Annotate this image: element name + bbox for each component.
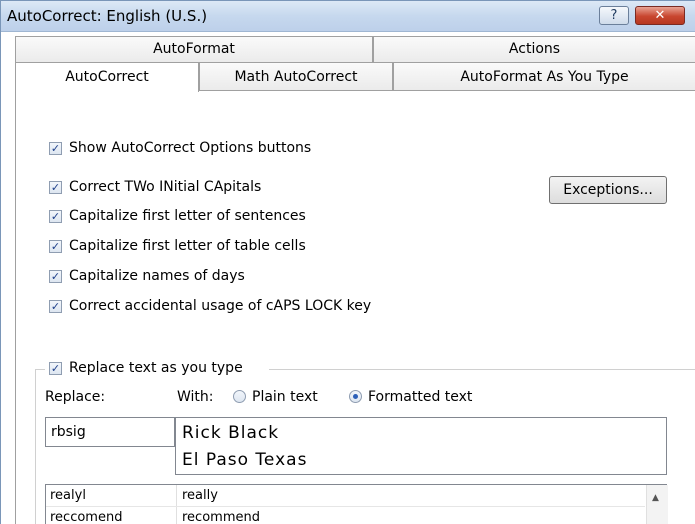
with-input[interactable]: Rick Black El Paso Texas	[175, 417, 667, 475]
radio-on-icon	[349, 390, 362, 403]
show-autocorrect-options-checkbox[interactable]: ✓ Show AutoCorrect Options buttons	[49, 140, 311, 156]
check-icon: ✓	[49, 141, 62, 155]
scrollbar[interactable]: ▲	[646, 485, 668, 524]
dialog-content: AutoFormat Actions AutoCorrect Math Auto…	[1, 32, 695, 524]
replace-label: Replace:	[45, 389, 106, 405]
check-icon: ✓	[49, 239, 62, 253]
check-icon: ✓	[49, 361, 62, 375]
plain-text-label: Plain text	[252, 389, 318, 405]
capitalize-days-label: Capitalize names of days	[69, 268, 245, 284]
replace-input[interactable]: rbsig	[45, 417, 175, 447]
replace-input-value: rbsig	[51, 424, 86, 440]
list-column-divider	[176, 485, 177, 524]
tab-autocorrect[interactable]: AutoCorrect	[15, 62, 199, 92]
capitalize-table-cells-label: Capitalize first letter of table cells	[69, 238, 306, 254]
tab-actions[interactable]: Actions	[373, 36, 695, 62]
with-input-line2: El Paso Texas	[182, 450, 308, 470]
with-label: With:	[177, 389, 214, 405]
caps-lock-label: Correct accidental usage of cAPS LOCK ke…	[69, 298, 372, 314]
group-border-left-top	[35, 369, 45, 370]
entry-replace: realyl	[50, 488, 86, 503]
formatted-text-label: Formatted text	[368, 389, 473, 405]
check-icon: ✓	[49, 269, 62, 283]
group-border-right-top	[269, 369, 695, 370]
correct-two-initials-checkbox[interactable]: ✓ Correct TWo INitial CApitals	[49, 179, 261, 195]
replace-as-you-type-label: Replace text as you type	[69, 360, 243, 376]
help-button[interactable]: ?	[599, 6, 629, 25]
panel-left-border	[15, 92, 16, 524]
capitalize-sentences-checkbox[interactable]: ✓ Capitalize first letter of sentences	[49, 208, 306, 224]
replace-as-you-type-checkbox[interactable]: ✓ Replace text as you type	[49, 360, 243, 376]
radio-off-icon	[233, 390, 246, 403]
exceptions-button[interactable]: Exceptions...	[549, 176, 667, 204]
entry-with: really	[182, 488, 218, 503]
check-icon: ✓	[49, 299, 62, 313]
capitalize-table-cells-checkbox[interactable]: ✓ Capitalize first letter of table cells	[49, 238, 306, 254]
check-icon: ✓	[49, 209, 62, 223]
tab-math-autocorrect[interactable]: Math AutoCorrect	[199, 62, 393, 91]
group-border-left	[35, 369, 36, 524]
title-bar: AutoCorrect: English (U.S.) ? ✕	[1, 1, 695, 32]
show-autocorrect-options-label: Show AutoCorrect Options buttons	[69, 140, 312, 156]
tab-autoformat-as-you-type[interactable]: AutoFormat As You Type	[393, 62, 695, 91]
tab-autoformat[interactable]: AutoFormat	[15, 36, 373, 62]
entry-with: recommend	[182, 510, 260, 524]
capitalize-days-checkbox[interactable]: ✓ Capitalize names of days	[49, 268, 245, 284]
plain-text-radio[interactable]: Plain text	[233, 389, 318, 405]
correct-two-initials-label: Correct TWo INitial CApitals	[69, 179, 262, 195]
scroll-up-icon[interactable]: ▲	[652, 493, 659, 503]
row-divider	[46, 506, 645, 507]
window-title: AutoCorrect: English (U.S.)	[7, 7, 208, 25]
with-input-line1: Rick Black	[182, 423, 280, 443]
entries-list[interactable]: realyl really reccomend recommend ▲	[45, 484, 668, 524]
formatted-text-radio[interactable]: Formatted text	[349, 389, 472, 405]
check-icon: ✓	[49, 180, 62, 194]
entry-replace: reccomend	[50, 510, 123, 524]
capitalize-sentences-label: Capitalize first letter of sentences	[69, 208, 306, 224]
caps-lock-checkbox[interactable]: ✓ Correct accidental usage of cAPS LOCK …	[49, 298, 371, 314]
close-button[interactable]: ✕	[635, 6, 685, 25]
autocorrect-dialog: AutoCorrect: English (U.S.) ? ✕ AutoForm…	[0, 0, 695, 524]
